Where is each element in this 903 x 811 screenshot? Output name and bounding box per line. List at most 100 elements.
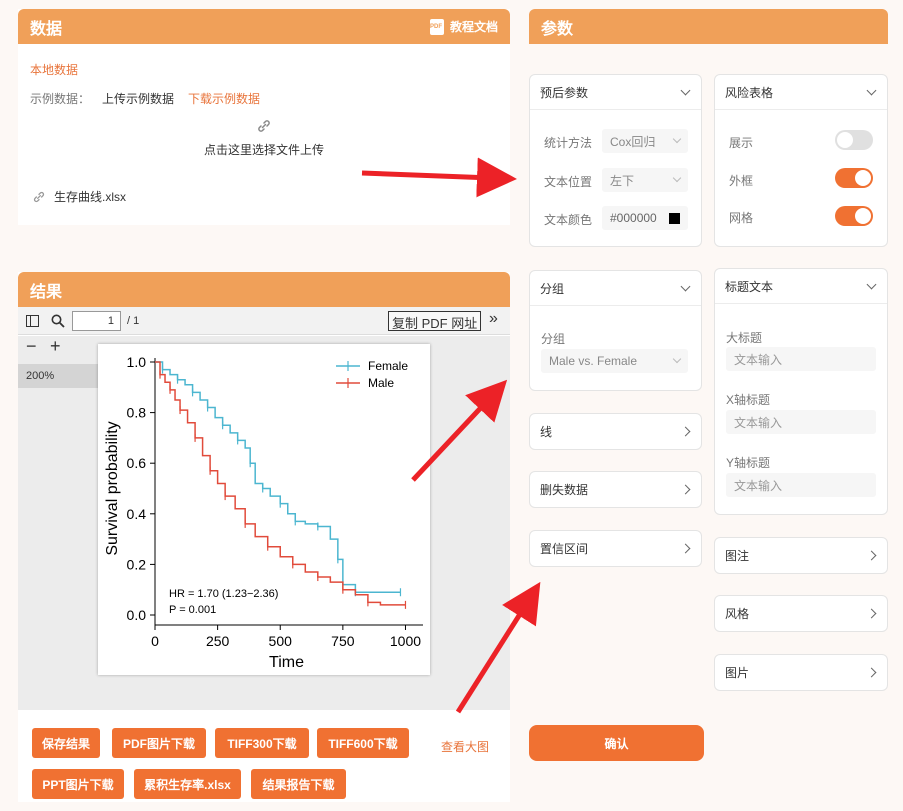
risk-table-header[interactable]: 风险表格 (715, 75, 887, 110)
data-panel-body: 本地数据 示例数据： 上传示例数据 下载示例数据 点击这里选择文件上传 生存曲线… (18, 44, 510, 225)
pdf-toolbar: 1 / 1 复制 PDF 网址 » (18, 307, 510, 335)
color-swatch[interactable] (669, 212, 680, 224)
result-panel-header: 结果 (18, 272, 510, 307)
title-text-title: 标题文本 (725, 279, 774, 294)
ppt-download-button[interactable]: PPT图片下载 (32, 769, 124, 799)
page-total: / 1 (127, 315, 140, 327)
km-chart: 0.0 0.2 0.4 0.6 0.8 1.0 0 250 500 750 1000 Time Surv… (104, 354, 423, 671)
grid-label: 网格 (729, 211, 754, 225)
pdf-download-button[interactable]: PDF图片下载 (112, 728, 206, 758)
attachment-icon (33, 191, 45, 202)
pdf-viewer: − + 200% 0.0 0.2 0.4 0.6 0.8 1.0 0 250 500 750 100… (18, 336, 510, 710)
chevron-down-icon (680, 85, 691, 95)
chevron-right-icon (680, 543, 691, 554)
chart-annotation: HR = 1.70 (1.23−2.36) (169, 588, 278, 600)
text-color-value: #000000 (610, 211, 657, 225)
data-panel: 数据 教程文档 本地数据 示例数据： 上传示例数据 下载示例数据 点击这里选择文… (18, 9, 510, 225)
pdf-page: 0.0 0.2 0.4 0.6 0.8 1.0 0 250 500 750 1000 Time Surv… (98, 344, 430, 675)
y-axis-label: Survival probability (104, 421, 121, 555)
page-number-input[interactable]: 1 (72, 311, 121, 331)
method-label: 统计方法 (544, 136, 593, 150)
chevron-right-icon (866, 550, 877, 561)
copy-pdf-url-button[interactable]: 复制 PDF 网址 (388, 311, 482, 331)
upload-example-link[interactable]: 上传示例数据 (102, 90, 174, 107)
x-title-input[interactable]: 文本输入 (726, 410, 876, 434)
save-result-button[interactable]: 保存结果 (32, 728, 100, 758)
censor-title: 删失数据 (540, 483, 589, 497)
upload-area[interactable]: 点击这里选择文件上传 (18, 118, 510, 158)
prognosis-card: 预后参数 统计方法 Cox回归 文本位置 左下 文本颜色 #000000 (529, 74, 702, 247)
x-tick-label: 750 (331, 633, 355, 649)
legend-card[interactable]: 图注 (714, 537, 888, 574)
chevron-down-icon (672, 134, 682, 144)
tiff300-download-button[interactable]: TIFF300下载 (215, 728, 309, 758)
survival-xlsx-button[interactable]: 累积生存率.xlsx (134, 769, 241, 799)
image-card[interactable]: 图片 (714, 654, 888, 691)
image-title: 图片 (725, 666, 750, 680)
y-title-label: Y轴标题 (726, 456, 771, 470)
style-title: 风格 (725, 607, 750, 621)
show-label: 展示 (729, 136, 754, 150)
text-color-input[interactable]: #000000 (602, 206, 688, 230)
title-text-card: 标题文本 大标题 文本输入 X轴标题 文本输入 Y轴标题 文本输入 (714, 268, 888, 515)
tutorial-label: 教程文档 (449, 20, 498, 34)
upload-prompt: 点击这里选择文件上传 (203, 143, 324, 157)
frame-toggle[interactable] (835, 168, 873, 188)
x-axis-label: Time (269, 654, 304, 671)
report-download-button[interactable]: 结果报告下载 (251, 769, 346, 799)
y-title-input[interactable]: 文本输入 (726, 473, 876, 497)
chevron-down-icon (672, 354, 682, 364)
group-select[interactable]: Male vs. Female (541, 349, 688, 373)
x-tick-label: 500 (269, 633, 293, 649)
view-large-link[interactable]: 查看大图 (441, 738, 489, 755)
line-card[interactable]: 线 (529, 413, 702, 450)
censor-card[interactable]: 删失数据 (529, 471, 702, 508)
tutorial-link[interactable]: 教程文档 (429, 18, 498, 35)
chevron-down-icon (672, 173, 682, 183)
confirm-button[interactable]: 确认 (529, 725, 704, 761)
series-line-male (155, 361, 406, 606)
chevron-right-icon (680, 426, 691, 437)
ci-card[interactable]: 置信区间 (529, 530, 702, 567)
tiff600-download-button[interactable]: TIFF600下载 (317, 728, 409, 758)
local-data-link[interactable]: 本地数据 (30, 61, 78, 78)
zoom-in-button[interactable]: + (50, 336, 61, 357)
prognosis-header[interactable]: 预后参数 (530, 75, 701, 110)
title-text-header[interactable]: 标题文本 (715, 269, 887, 304)
uploaded-file[interactable]: 生存曲线.xlsx (32, 188, 126, 205)
main-title-input[interactable]: 文本输入 (726, 347, 876, 371)
more-tools-icon[interactable]: » (489, 310, 498, 328)
legend-label: Female (368, 359, 408, 373)
file-name: 生存曲线.xlsx (54, 190, 127, 204)
text-position-select[interactable]: 左下 (602, 168, 688, 192)
y-tick-label: 0.8 (127, 405, 147, 421)
group-header[interactable]: 分组 (530, 271, 701, 306)
ci-title: 置信区间 (540, 542, 589, 556)
frame-label: 外框 (729, 174, 754, 188)
x-tick-label: 0 (151, 633, 159, 649)
chevron-right-icon (680, 484, 691, 495)
data-panel-header: 数据 教程文档 (18, 9, 510, 44)
download-example-link[interactable]: 下载示例数据 (188, 90, 260, 107)
style-card[interactable]: 风格 (714, 595, 888, 632)
zoom-out-button[interactable]: − (26, 336, 37, 357)
legend-title: 图注 (725, 549, 750, 563)
text-position-label: 文本位置 (544, 175, 593, 189)
x-tick-label: 250 (206, 633, 230, 649)
result-panel-title: 结果 (30, 283, 63, 301)
method-value: Cox回归 (610, 134, 656, 149)
x-tick-label: 1000 (390, 633, 421, 649)
prognosis-title: 预后参数 (540, 85, 589, 100)
text-position-value: 左下 (610, 173, 635, 188)
chart-annotation: P = 0.001 (169, 604, 216, 616)
legend-label: Male (368, 376, 394, 390)
show-toggle[interactable] (835, 130, 873, 150)
main-title-label: 大标题 (726, 331, 763, 345)
sidebar-toggle-icon[interactable] (26, 315, 39, 327)
method-select[interactable]: Cox回归 (602, 129, 688, 153)
grid-toggle[interactable] (835, 206, 873, 226)
params-panel-header: 参数 (529, 9, 888, 44)
link-icon (258, 120, 270, 132)
result-panel: 结果 1 / 1 复制 PDF 网址 » − + 200% 0.0 0.2 0.4 0… (18, 272, 510, 802)
search-icon[interactable] (51, 314, 65, 328)
